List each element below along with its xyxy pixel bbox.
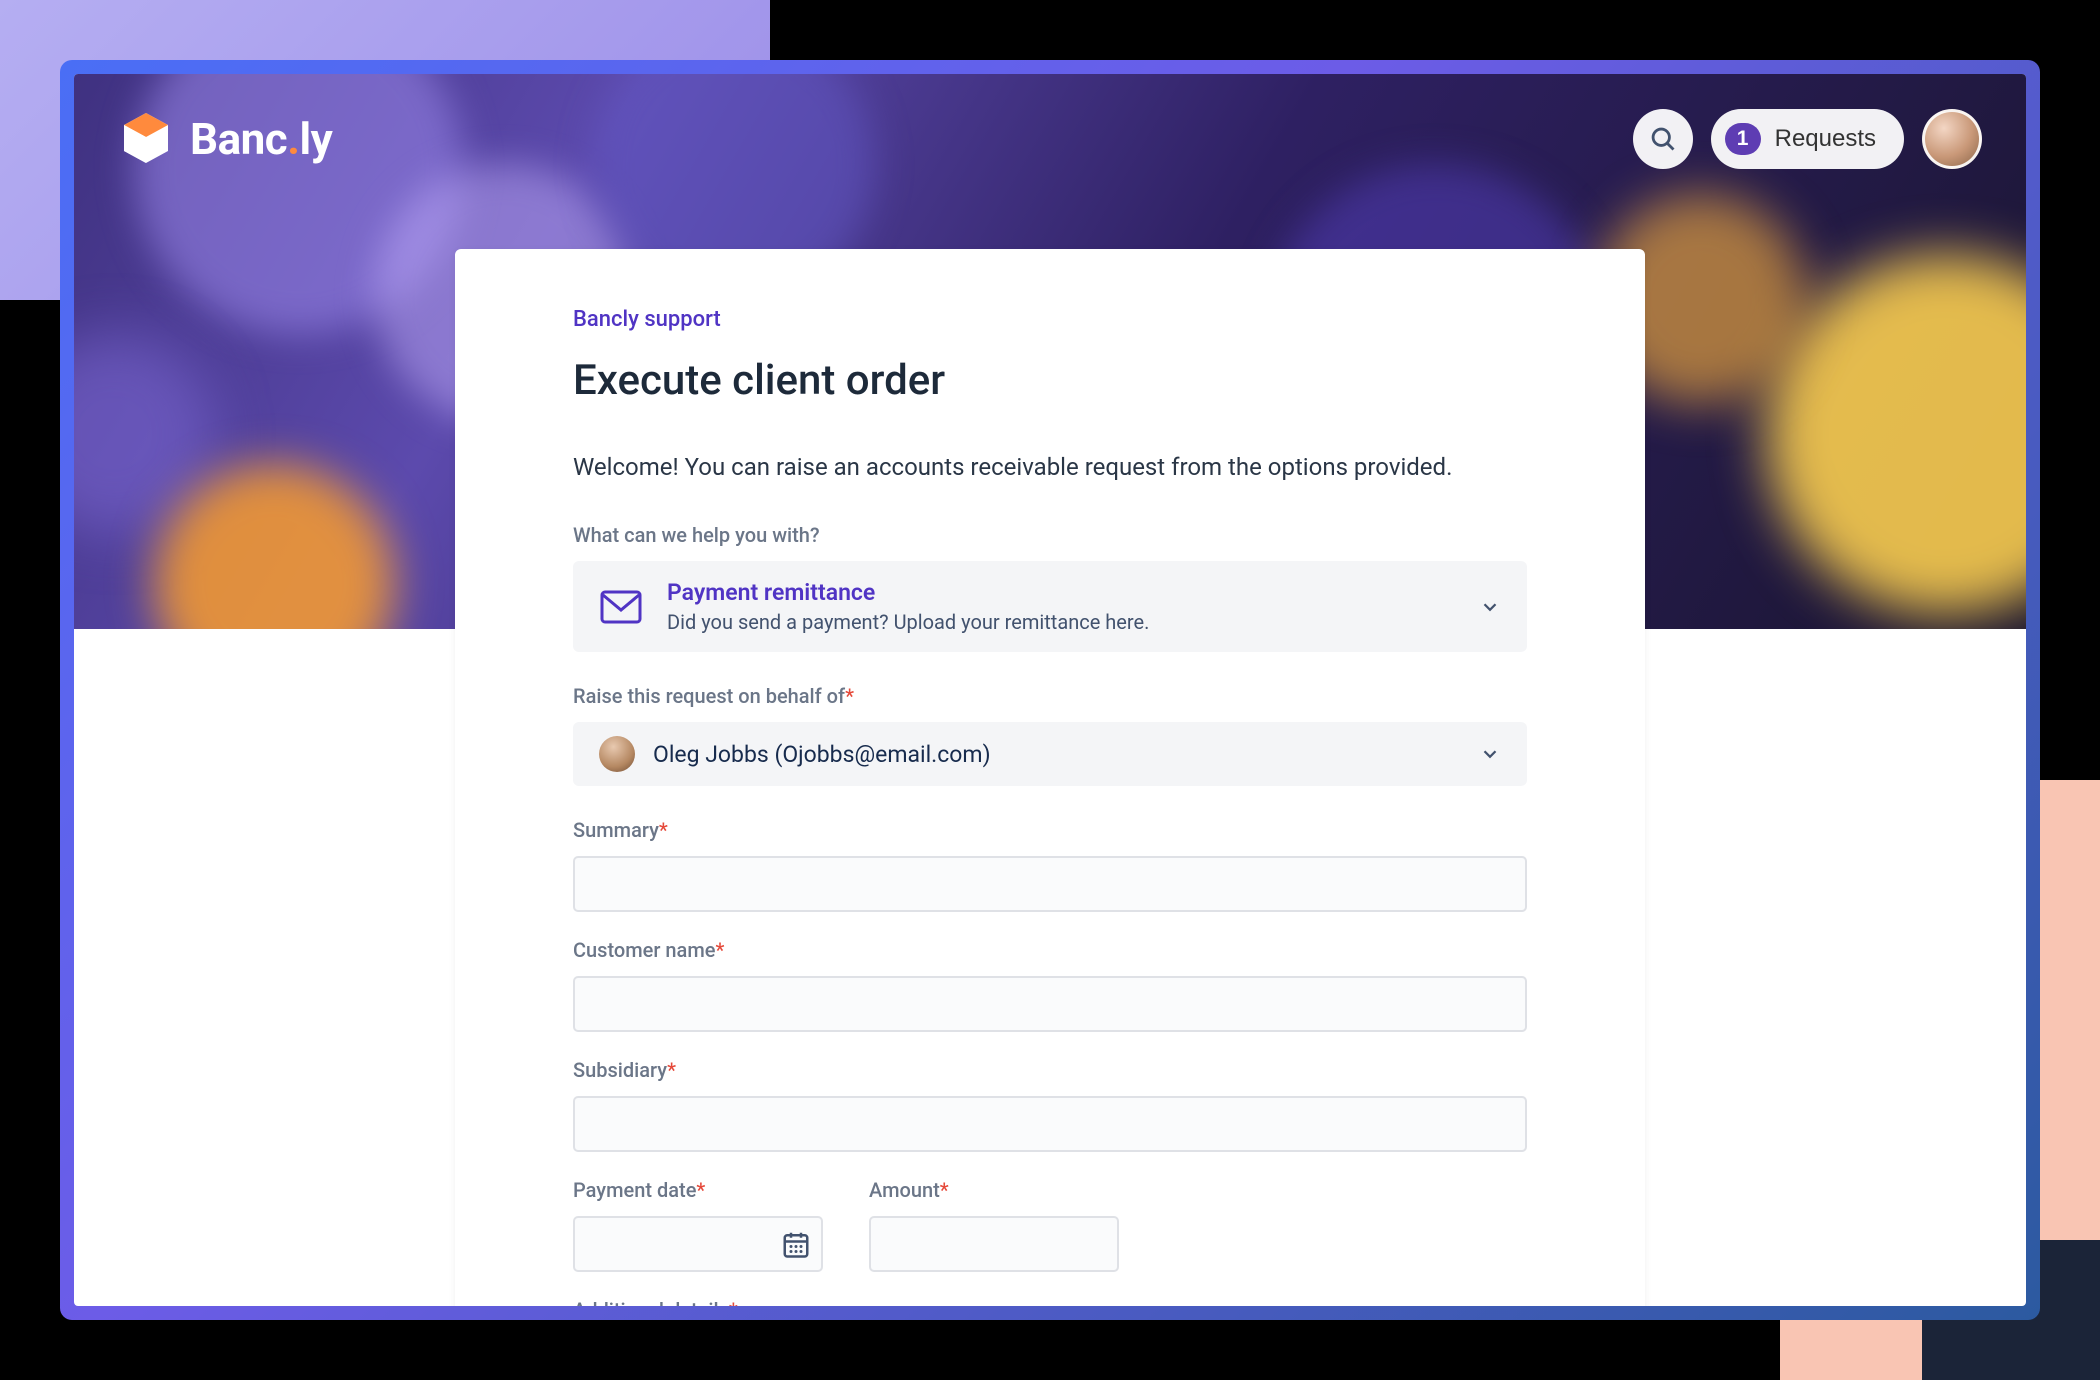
welcome-text: Welcome! You can raise an accounts recei… — [573, 449, 1527, 485]
main-card: Bancly support Execute client order Welc… — [455, 249, 1645, 1306]
search-icon — [1649, 125, 1677, 153]
customer-name-label: Customer name* — [573, 938, 1527, 962]
help-label: What can we help you with? — [573, 523, 1527, 547]
help-option-title: Payment remittance — [667, 579, 1455, 606]
amount-label: Amount* — [869, 1178, 1119, 1202]
summary-input[interactable] — [573, 856, 1527, 912]
header-bar: Banc.ly 1 Requests — [74, 74, 2026, 204]
brand-name: Banc.ly — [190, 113, 332, 165]
chevron-down-icon — [1479, 743, 1501, 765]
user-avatar[interactable] — [1922, 109, 1982, 169]
requests-button[interactable]: 1 Requests — [1711, 109, 1904, 169]
summary-label: Summary* — [573, 818, 1527, 842]
help-option-sub: Did you send a payment? Upload your remi… — [667, 610, 1455, 634]
subsidiary-input[interactable] — [573, 1096, 1527, 1152]
customer-name-input[interactable] — [573, 976, 1527, 1032]
payment-date-label: Payment date* — [573, 1178, 823, 1202]
behalf-select[interactable]: Oleg Jobbs (Ojobbs@email.com) — [573, 722, 1527, 786]
help-option-select[interactable]: Payment remittance Did you send a paymen… — [573, 561, 1527, 652]
chevron-down-icon — [1479, 596, 1501, 618]
page-title: Execute client order — [573, 356, 1527, 405]
app-frame: Banc.ly 1 Requests — [60, 60, 2040, 1320]
brand-logo-mark — [118, 111, 174, 167]
requests-count-badge: 1 — [1725, 123, 1761, 155]
mail-icon — [599, 585, 643, 629]
search-button[interactable] — [1633, 109, 1693, 169]
app-inner: Banc.ly 1 Requests — [74, 74, 2026, 1306]
amount-input[interactable] — [869, 1216, 1119, 1272]
additional-details-label: Additional details* — [573, 1298, 1527, 1306]
behalf-avatar — [599, 736, 635, 772]
header-right: 1 Requests — [1633, 109, 1982, 169]
behalf-value: Oleg Jobbs (Ojobbs@email.com) — [653, 741, 1461, 768]
brand-logo[interactable]: Banc.ly — [118, 111, 332, 167]
payment-date-input[interactable] — [573, 1216, 823, 1272]
breadcrumb-link[interactable]: Bancly support — [573, 307, 721, 332]
behalf-label: Raise this request on behalf of* — [573, 684, 1527, 708]
requests-label: Requests — [1775, 125, 1876, 153]
subsidiary-label: Subsidiary* — [573, 1058, 1527, 1082]
